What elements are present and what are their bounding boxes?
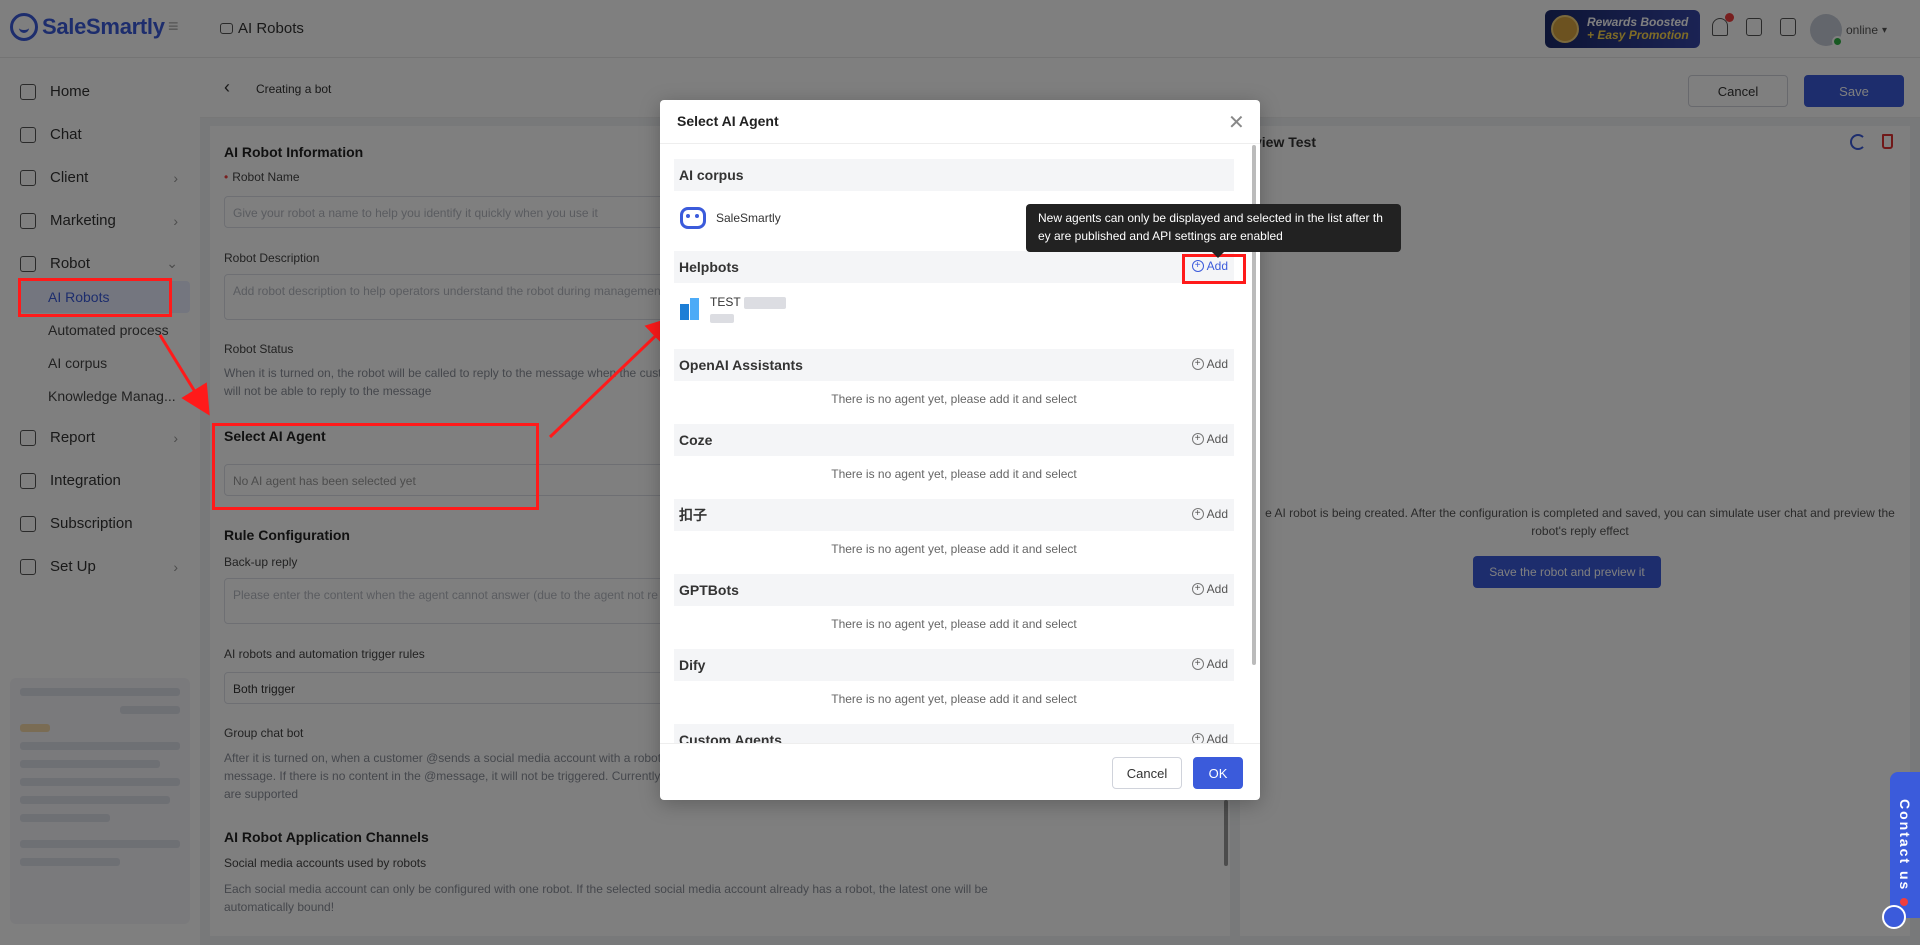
modal-footer: Cancel OK bbox=[660, 743, 1260, 800]
group-title: Custom Agents bbox=[679, 732, 782, 743]
group-title: GPTBots bbox=[679, 582, 739, 598]
agent-info: TEST bbox=[710, 295, 786, 325]
group-kouzi: 扣子 + Add bbox=[674, 499, 1234, 531]
group-title: 扣子 bbox=[679, 507, 707, 523]
modal-header: Select AI Agent ✕ bbox=[660, 100, 1260, 144]
group-openai-assistants: OpenAI Assistants + Add bbox=[674, 349, 1234, 381]
helpbot-icon bbox=[680, 298, 700, 322]
plus-circle-icon: + bbox=[1191, 358, 1204, 370]
agent-test[interactable]: TEST bbox=[680, 295, 786, 325]
add-label: Add bbox=[1206, 657, 1228, 671]
blurred-text bbox=[743, 296, 786, 309]
tooltip: New agents can only be displayed and sel… bbox=[1026, 204, 1401, 258]
add-label: Add bbox=[1206, 507, 1228, 521]
group-helpbots: Helpbots + Add bbox=[674, 251, 1234, 283]
contact-notification-dot bbox=[1900, 898, 1908, 906]
empty-gptbots: There is no agent yet, please add it and… bbox=[831, 617, 1077, 631]
plus-circle-icon: + bbox=[1191, 658, 1204, 670]
group-gptbots: GPTBots + Add bbox=[674, 574, 1234, 606]
modal-cancel-button[interactable]: Cancel bbox=[1112, 757, 1182, 789]
group-title: Helpbots bbox=[679, 259, 739, 275]
group-coze: Coze + Add bbox=[674, 424, 1234, 456]
group-ai-corpus: AI corpus bbox=[674, 159, 1234, 191]
add-openai-button[interactable]: + Add bbox=[1191, 357, 1228, 371]
empty-openai: There is no agent yet, please add it and… bbox=[831, 392, 1077, 406]
agent-name: SaleSmartly bbox=[716, 211, 781, 225]
add-dify-button[interactable]: + Add bbox=[1191, 657, 1228, 671]
plus-circle-icon: + bbox=[1191, 433, 1204, 445]
empty-kouzi: There is no agent yet, please add it and… bbox=[831, 542, 1077, 556]
tooltip-line-2: ey are published and API settings are en… bbox=[1038, 229, 1283, 243]
add-kouzi-button[interactable]: + Add bbox=[1191, 507, 1228, 521]
group-title: AI corpus bbox=[679, 167, 744, 183]
blurred-text bbox=[710, 314, 734, 324]
tooltip-line-1: New agents can only be displayed and sel… bbox=[1038, 211, 1383, 225]
modal-title: Select AI Agent bbox=[677, 113, 779, 129]
add-coze-button[interactable]: + Add bbox=[1191, 432, 1228, 446]
salesmartly-bot-icon bbox=[680, 207, 706, 229]
add-label: Add bbox=[1206, 732, 1228, 743]
group-title: OpenAI Assistants bbox=[679, 357, 803, 373]
add-label: Add bbox=[1206, 582, 1228, 596]
plus-circle-icon: + bbox=[1191, 583, 1204, 595]
empty-coze: There is no agent yet, please add it and… bbox=[831, 467, 1077, 481]
add-custom-button[interactable]: + Add bbox=[1191, 732, 1228, 743]
plus-circle-icon: + bbox=[1191, 508, 1204, 520]
group-custom-agents: Custom Agents + Add bbox=[674, 724, 1234, 743]
group-title: Dify bbox=[679, 657, 706, 673]
add-label: Add bbox=[1206, 357, 1228, 371]
agent-salesmartly[interactable]: SaleSmartly bbox=[680, 207, 781, 229]
agent-name: TEST bbox=[710, 295, 741, 309]
add-gptbots-button[interactable]: + Add bbox=[1191, 582, 1228, 596]
close-icon[interactable]: ✕ bbox=[1228, 110, 1245, 135]
add-label: Add bbox=[1206, 432, 1228, 446]
group-title: Coze bbox=[679, 432, 713, 448]
chat-bubble-icon[interactable] bbox=[1882, 905, 1906, 929]
plus-circle-icon: + bbox=[1191, 733, 1204, 743]
annotation-box-add bbox=[1182, 254, 1246, 284]
empty-dify: There is no agent yet, please add it and… bbox=[831, 692, 1077, 706]
modal-ok-button[interactable]: OK bbox=[1193, 757, 1243, 789]
contact-us-tab[interactable]: Contact us bbox=[1890, 772, 1920, 918]
group-dify: Dify + Add bbox=[674, 649, 1234, 681]
